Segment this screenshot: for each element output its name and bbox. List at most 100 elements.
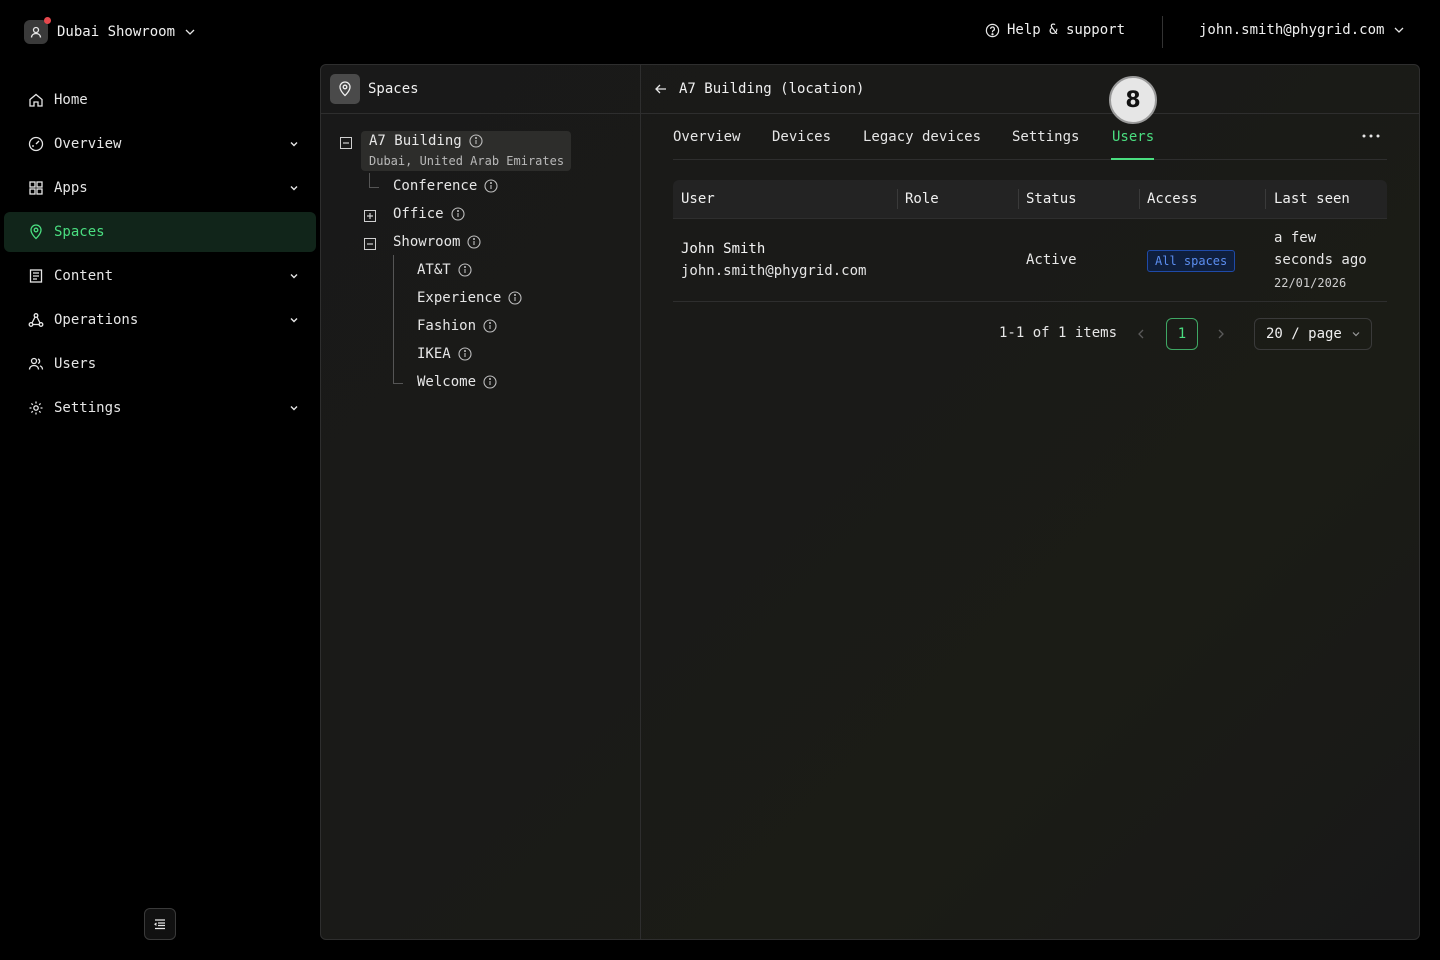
sidebar-item-label: Settings bbox=[54, 400, 122, 416]
gauge-icon bbox=[28, 136, 44, 152]
tab-users[interactable]: Users bbox=[1112, 129, 1154, 145]
sidebar-item-settings[interactable]: Settings bbox=[4, 388, 316, 428]
pagination-page-1[interactable]: 1 bbox=[1166, 318, 1198, 350]
tree-node-label: IKEA bbox=[417, 346, 451, 362]
panel-header-divider bbox=[321, 113, 1419, 114]
expand-toggle[interactable] bbox=[364, 210, 376, 222]
org-name: Dubai Showroom bbox=[57, 24, 176, 40]
network-icon bbox=[28, 313, 44, 327]
last-seen-line1: a few bbox=[1274, 230, 1317, 246]
tree-node-office[interactable]: Office bbox=[393, 206, 465, 222]
tree-connector bbox=[393, 383, 403, 384]
chevron-down-icon bbox=[185, 29, 195, 35]
chevron-left-icon bbox=[1138, 329, 1144, 339]
tree-node-ikea[interactable]: IKEA bbox=[417, 346, 472, 362]
tree-node-label: Fashion bbox=[417, 318, 477, 334]
user-email: john.smith@phygrid.com bbox=[681, 263, 867, 279]
tree-node-label: Welcome bbox=[417, 374, 477, 390]
detail-title: A7 Building (location) bbox=[679, 81, 865, 97]
sidebar-item-overview[interactable]: Overview bbox=[4, 124, 316, 164]
last-seen-line2: seconds ago bbox=[1274, 252, 1367, 268]
collapse-toggle[interactable] bbox=[364, 238, 376, 250]
tree-connector bbox=[369, 187, 379, 188]
user-status: Active bbox=[1026, 252, 1077, 268]
minus-icon bbox=[343, 142, 349, 144]
sidebar-item-users[interactable]: Users bbox=[4, 344, 316, 384]
chevron-down-icon bbox=[290, 142, 298, 147]
collapse-toggle[interactable] bbox=[340, 137, 352, 149]
tree-connector bbox=[369, 173, 370, 187]
access-tag[interactable]: All spaces bbox=[1147, 250, 1236, 272]
sidebar-item-apps[interactable]: Apps bbox=[4, 168, 316, 208]
chevron-right-icon bbox=[1218, 329, 1224, 339]
user-name: John Smith bbox=[681, 241, 766, 257]
info-icon[interactable] bbox=[483, 319, 497, 333]
sidebar-item-spaces[interactable]: Spaces bbox=[4, 212, 316, 252]
info-icon[interactable] bbox=[469, 134, 483, 148]
user-email: john.smith@phygrid.com bbox=[1199, 22, 1385, 38]
column-header-role: Role bbox=[905, 191, 939, 207]
sidebar-item-operations[interactable]: Operations bbox=[4, 300, 316, 340]
tab-overview[interactable]: Overview bbox=[673, 129, 740, 145]
column-header-user: User bbox=[681, 191, 715, 207]
sidebar-item-home[interactable]: Home bbox=[4, 80, 316, 120]
tree-node-fashion[interactable]: Fashion bbox=[417, 318, 497, 334]
tree-node-label: Office bbox=[393, 206, 444, 222]
pagination-total: 1-1 of 1 items bbox=[999, 325, 1118, 341]
sidebar-item-label: Content bbox=[54, 268, 114, 284]
sidebar-item-content[interactable]: Content bbox=[4, 256, 316, 296]
tree-node-label: A7 Building bbox=[369, 133, 462, 149]
user-menu[interactable]: john.smith@phygrid.com bbox=[1199, 22, 1405, 38]
table-row[interactable]: John Smith john.smith@phygrid.com Active… bbox=[673, 220, 1387, 301]
info-icon[interactable] bbox=[458, 263, 472, 277]
tree-node-a7-building[interactable]: A7 Building bbox=[369, 133, 483, 149]
info-icon[interactable] bbox=[467, 235, 481, 249]
gear-icon bbox=[29, 401, 43, 415]
org-switcher[interactable]: Dubai Showroom bbox=[24, 17, 196, 45]
info-icon[interactable] bbox=[458, 347, 472, 361]
pagination-next-button[interactable] bbox=[1216, 328, 1226, 340]
back-button[interactable] bbox=[654, 82, 668, 96]
location-pin-icon bbox=[30, 224, 42, 240]
chevron-down-icon bbox=[290, 406, 298, 411]
tree-node-showroom[interactable]: Showroom bbox=[393, 234, 481, 250]
last-seen-date: 22/01/2026 bbox=[1274, 276, 1347, 290]
tree-node-label: AT&T bbox=[417, 262, 451, 278]
grid-icon bbox=[29, 181, 43, 195]
page-size-value: 20 / page bbox=[1266, 326, 1342, 342]
tree-node-conference[interactable]: Conference bbox=[393, 178, 498, 194]
column-separator bbox=[1018, 189, 1019, 209]
sidebar-collapse-button[interactable] bbox=[144, 908, 176, 940]
column-header-access: Access bbox=[1147, 191, 1198, 207]
pagination-prev-button[interactable] bbox=[1136, 328, 1146, 340]
spaces-panel: Spaces A7 Building Dubai, United Arab Em… bbox=[320, 64, 1420, 940]
info-icon[interactable] bbox=[483, 375, 497, 389]
info-icon[interactable] bbox=[484, 179, 498, 193]
tab-settings[interactable]: Settings bbox=[1012, 129, 1079, 145]
tab-legacy-devices[interactable]: Legacy devices bbox=[863, 129, 981, 145]
tree-node-att[interactable]: AT&T bbox=[417, 262, 472, 278]
tree-node-experience[interactable]: Experience bbox=[417, 290, 522, 306]
tab-devices[interactable]: Devices bbox=[772, 129, 831, 145]
info-icon[interactable] bbox=[451, 207, 465, 221]
chevron-down-icon bbox=[1394, 27, 1404, 33]
tree-node-welcome[interactable]: Welcome bbox=[417, 374, 497, 390]
notification-dot bbox=[44, 17, 51, 24]
spaces-title: Spaces bbox=[368, 81, 419, 97]
minus-icon bbox=[367, 243, 373, 245]
column-separator bbox=[1265, 189, 1266, 209]
column-header-last-seen: Last seen bbox=[1274, 191, 1350, 207]
spaces-tree-pane bbox=[321, 65, 641, 939]
chevron-down-icon bbox=[290, 186, 298, 191]
help-support-link[interactable]: Help & support bbox=[985, 22, 1125, 38]
sidebar-item-label: Overview bbox=[54, 136, 122, 152]
sidebar-item-label: Spaces bbox=[54, 224, 105, 240]
more-options-button[interactable] bbox=[1361, 133, 1381, 139]
column-header-status: Status bbox=[1026, 191, 1077, 207]
info-icon[interactable] bbox=[508, 291, 522, 305]
user-icon bbox=[30, 26, 42, 38]
page-size-select[interactable]: 20 / page bbox=[1254, 318, 1372, 350]
step-number-badge: 8 bbox=[1109, 76, 1157, 124]
sidebar-item-label: Apps bbox=[54, 180, 88, 196]
table-row-divider bbox=[673, 301, 1387, 302]
